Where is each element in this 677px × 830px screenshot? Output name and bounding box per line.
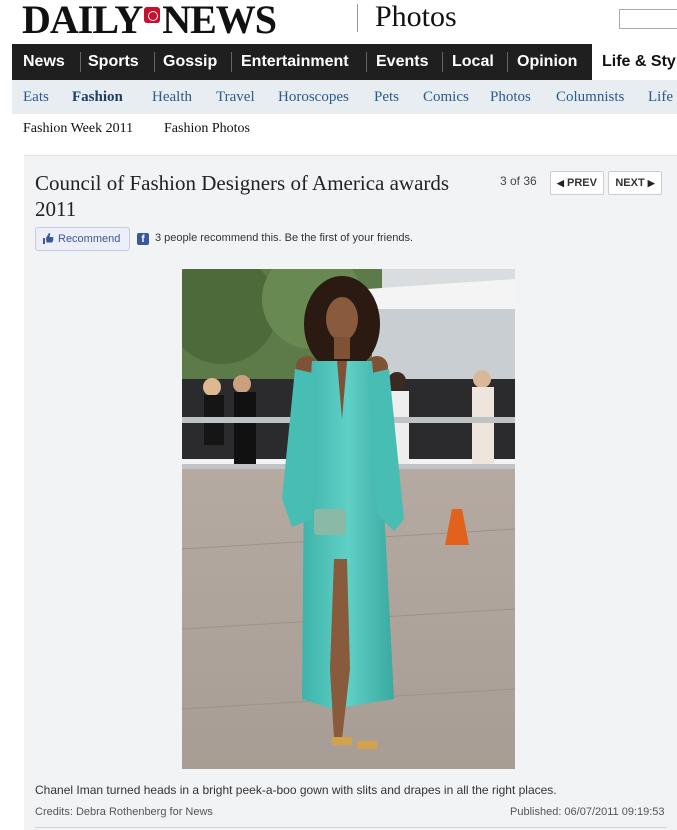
triangle-right-icon: ▶: [647, 178, 655, 188]
nav-item-life-style[interactable]: Life & Sty: [592, 44, 677, 80]
nav-item-news[interactable]: News: [23, 44, 65, 80]
nav-item-sports[interactable]: Sports: [88, 44, 139, 80]
facebook-icon: f: [137, 233, 149, 245]
photo-counter: 3 of 36: [500, 174, 537, 188]
masthead: DAILY NEWS Photos: [0, 0, 677, 44]
nav-separator: [442, 52, 443, 72]
nav-item-events[interactable]: Events: [376, 44, 428, 80]
prev-label: PREV: [567, 177, 597, 189]
nav-separator: [154, 52, 155, 72]
gallery-photo[interactable]: [182, 269, 515, 769]
published-date: Published: 06/07/2011 09:19:53: [510, 806, 665, 818]
recommend-button[interactable]: Recommend: [35, 227, 130, 251]
logo-seal-icon: [144, 7, 161, 23]
tertiary-nav: Fashion Week 2011 Fashion Photos: [12, 114, 677, 144]
tert-item-fashion-photos[interactable]: Fashion Photos: [164, 114, 250, 144]
logo-divider: [357, 4, 358, 32]
subnav-item-life[interactable]: Life &: [648, 80, 677, 114]
daily-news-logo[interactable]: DAILY NEWS: [22, 0, 277, 43]
nav-item-gossip[interactable]: Gossip: [163, 44, 217, 80]
search-input[interactable]: [619, 9, 677, 29]
subnav-item-columnists[interactable]: Columnists: [556, 80, 624, 114]
logo-news-text: NEWS: [162, 0, 277, 42]
sub-nav: Eats Fashion Health Travel Horoscopes Pe…: [12, 80, 677, 115]
tert-item-fashion-week[interactable]: Fashion Week 2011: [23, 114, 133, 144]
subnav-item-fashion[interactable]: Fashion: [72, 80, 123, 114]
nav-separator: [507, 52, 508, 72]
photo-caption: Chanel Iman turned heads in a bright pee…: [35, 783, 557, 797]
subnav-item-eats[interactable]: Eats: [23, 80, 49, 114]
prev-button[interactable]: ◀ PREV: [550, 171, 604, 195]
nav-separator: [80, 52, 81, 72]
gallery-panel: Council of Fashion Designers of America …: [24, 155, 677, 830]
section-title: Photos: [375, 0, 457, 33]
gallery-title: Council of Fashion Designers of America …: [35, 171, 450, 221]
nav-separator: [366, 52, 367, 72]
logo-daily-text: DAILY: [22, 0, 143, 42]
recommend-count-text: 3 people recommend this. Be the first of…: [155, 232, 414, 244]
photo-credits: Credits: Debra Rothenberg for News: [35, 806, 213, 818]
bottom-divider: [35, 827, 667, 828]
subnav-item-photos[interactable]: Photos: [490, 80, 531, 114]
clutch-bag: [314, 509, 346, 535]
next-button[interactable]: NEXT ▶: [608, 171, 662, 195]
triangle-left-icon: ◀: [557, 178, 564, 188]
nav-separator: [231, 52, 232, 72]
recommend-label: Recommend: [58, 233, 121, 245]
thumbs-up-icon: [43, 233, 54, 244]
subnav-item-comics[interactable]: Comics: [423, 80, 469, 114]
subnav-item-pets[interactable]: Pets: [374, 80, 399, 114]
subnav-item-horoscopes[interactable]: Horoscopes: [278, 80, 349, 114]
next-label: NEXT: [615, 177, 645, 189]
nav-item-entertainment[interactable]: Entertainment: [241, 44, 349, 80]
nav-item-local[interactable]: Local: [452, 44, 494, 80]
subnav-item-health[interactable]: Health: [152, 80, 192, 114]
main-nav: News Sports Gossip Entertainment Events …: [12, 44, 677, 80]
nav-item-opinion[interactable]: Opinion: [517, 44, 577, 80]
subnav-item-travel[interactable]: Travel: [216, 80, 255, 114]
